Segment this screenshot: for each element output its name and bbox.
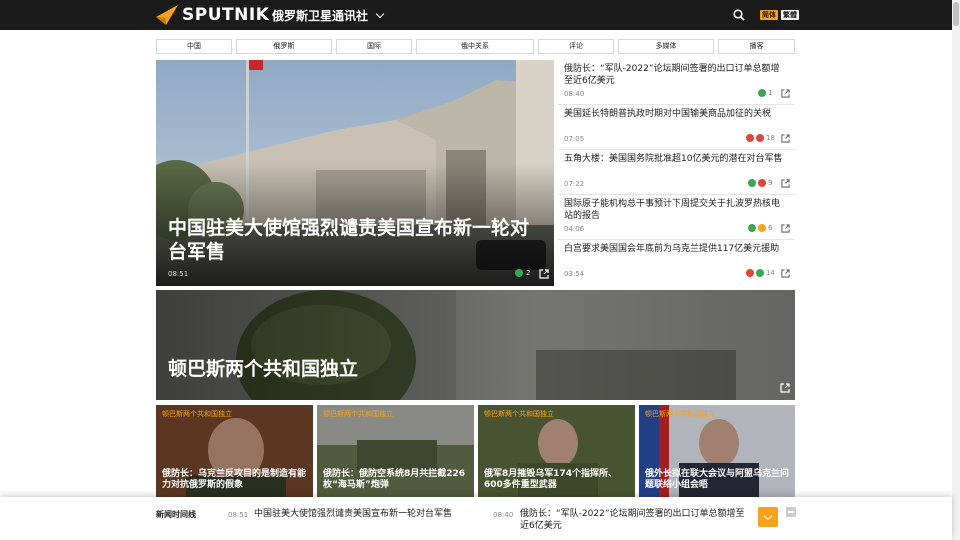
side-news-reactions[interactable]: 9 bbox=[748, 179, 772, 187]
reaction-count: 1 bbox=[768, 89, 773, 97]
card-tag[interactable]: 顿巴斯两个共和国独立 bbox=[484, 409, 554, 419]
news-card[interactable]: 顿巴斯两个共和国独立 俄防长：乌克兰反攻目的是制造有能力对抗俄罗斯的假象 bbox=[156, 405, 313, 497]
reaction-count: 18 bbox=[766, 134, 775, 142]
hero-time: 08:51 bbox=[168, 270, 189, 278]
side-news-title[interactable]: 美国延长特朗普执政时期对中国输美商品加征的关税 bbox=[564, 108, 788, 120]
timeline-label[interactable]: 新闻时间线 bbox=[156, 509, 196, 520]
share-icon[interactable] bbox=[780, 383, 790, 393]
list-item[interactable]: 白宫要求美国国会年底前为乌克兰提供117亿美元援助 03:54 14 bbox=[558, 240, 795, 286]
side-news-time: 08:40 bbox=[564, 90, 585, 98]
share-icon[interactable] bbox=[539, 269, 549, 279]
surprised-icon bbox=[758, 224, 766, 232]
logo-text: SPUTNIK bbox=[182, 5, 270, 25]
search-icon[interactable] bbox=[733, 9, 745, 21]
card-title[interactable]: 俄防长：乌克兰反攻目的是制造有能力对抗俄罗斯的假象 bbox=[162, 469, 310, 491]
dislike-icon bbox=[746, 269, 754, 277]
like-icon bbox=[748, 179, 756, 187]
card-tag[interactable]: 顿巴斯两个共和国独立 bbox=[323, 409, 393, 419]
reaction-count: 6 bbox=[768, 224, 773, 232]
share-icon[interactable] bbox=[781, 89, 790, 98]
side-news-reactions[interactable]: 6 bbox=[748, 224, 772, 232]
timeline-collapse-button[interactable] bbox=[786, 507, 796, 517]
nav-item-opinion[interactable]: 评论 bbox=[538, 39, 614, 54]
side-news-reactions[interactable]: 14 bbox=[746, 269, 775, 277]
like-icon bbox=[748, 224, 756, 232]
nav-item-russia-china[interactable]: 俄中关系 bbox=[416, 39, 534, 54]
dislike-icon bbox=[746, 134, 754, 142]
angry-icon bbox=[756, 134, 764, 142]
chevron-down-icon bbox=[375, 9, 385, 19]
side-news-list: 俄防长：“军队-2022”论坛期间签署的出口订单总额增至近6亿美元 08:40 … bbox=[558, 60, 795, 286]
sputnik-logo[interactable]: SPUTNIK bbox=[156, 5, 269, 25]
reaction-count: 9 bbox=[768, 179, 773, 187]
side-news-title[interactable]: 白宫要求美国国会年底前为乌克兰提供117亿美元援助 bbox=[564, 243, 788, 255]
side-news-time: 07:22 bbox=[564, 180, 585, 188]
banner-image bbox=[156, 290, 795, 400]
side-news-time: 07:05 bbox=[564, 135, 585, 143]
list-item[interactable]: 国际原子能机构总干事预计下周提交关于扎波罗热核电站的报告 04:06 6 bbox=[558, 195, 795, 240]
like-icon bbox=[515, 269, 523, 277]
card-tag[interactable]: 顿巴斯两个共和国独立 bbox=[645, 409, 715, 419]
list-item[interactable]: 俄防长：“军队-2022”论坛期间签署的出口订单总额增至近6亿美元 08:40 … bbox=[558, 60, 795, 105]
news-timeline-bar: 新闻时间线 08:51 中国驻美大使馆强烈谴责美国宣布新一轮对台军售 08:40… bbox=[0, 497, 952, 540]
feature-banner[interactable]: 顿巴斯两个共和国独立 bbox=[156, 290, 795, 400]
news-card[interactable]: 顿巴斯两个共和国独立 俄军8月摧毁乌军174个指挥所、600多件重型武器 bbox=[478, 405, 635, 497]
share-icon[interactable] bbox=[781, 179, 790, 188]
news-card[interactable]: 顿巴斯两个共和国独立 俄防长：俄防空系统8月共拦截226枚“海马斯”炮弹 bbox=[317, 405, 474, 497]
side-news-reactions[interactable]: 18 bbox=[746, 134, 775, 142]
hero-reactions[interactable]: 2 bbox=[515, 269, 530, 277]
banner-title[interactable]: 顿巴斯两个共和国独立 bbox=[168, 354, 358, 381]
reaction-count: 14 bbox=[766, 269, 775, 277]
hero-reaction-count: 2 bbox=[526, 269, 531, 277]
page-scrollbar[interactable] bbox=[952, 0, 960, 540]
side-news-title[interactable]: 国际原子能机构总干事预计下周提交关于扎波罗热核电站的报告 bbox=[564, 198, 788, 222]
timeline-expand-button[interactable] bbox=[758, 507, 778, 527]
list-item[interactable]: 美国延长特朗普执政时期对中国输美商品加征的关税 07:05 18 bbox=[558, 105, 795, 150]
like-icon bbox=[756, 269, 764, 277]
side-news-title[interactable]: 五角大楼：美国国务院批准超10亿美元的潜在对台军售 bbox=[564, 153, 788, 165]
side-news-reactions[interactable]: 1 bbox=[758, 89, 772, 97]
nav-item-world[interactable]: 国际 bbox=[336, 39, 412, 54]
timeline-time: 08:51 bbox=[228, 511, 249, 519]
card-title[interactable]: 俄军8月摧毁乌军174个指挥所、600多件重型武器 bbox=[484, 469, 632, 491]
news-card[interactable]: 顿巴斯两个共和国独立 俄外长拟在联大会议与阿盟乌克兰问题联络小组会晤 bbox=[639, 405, 795, 497]
lang-simplified-button[interactable]: 简体 bbox=[760, 10, 778, 20]
share-icon[interactable] bbox=[781, 269, 790, 278]
side-news-title[interactable]: 俄防长：“军队-2022”论坛期间签署的出口订单总额增至近6亿美元 bbox=[564, 63, 788, 87]
sputnik-logo-icon bbox=[156, 5, 178, 25]
share-icon[interactable] bbox=[781, 134, 790, 143]
top-bar: SPUTNIK 俄罗斯卫星通讯社 简体 繁體 bbox=[0, 0, 952, 30]
like-icon bbox=[758, 89, 766, 97]
side-news-time: 03:54 bbox=[564, 270, 585, 278]
nav-item-russia[interactable]: 俄罗斯 bbox=[236, 39, 332, 54]
share-icon[interactable] bbox=[781, 224, 790, 233]
site-name-dropdown[interactable]: 俄罗斯卫星通讯社 bbox=[272, 7, 385, 24]
timeline-title[interactable]: 中国驻美大使馆强烈谴责美国宣布新一轮对台军售 bbox=[254, 508, 474, 520]
side-news-time: 04:06 bbox=[564, 225, 585, 233]
hero-article[interactable]: 中国驻美大使馆强烈谴责美国宣布新一轮对台军售 bbox=[156, 60, 554, 286]
scrollbar-thumb[interactable] bbox=[953, 2, 959, 26]
hero-title[interactable]: 中国驻美大使馆强烈谴责美国宣布新一轮对台军售 bbox=[168, 216, 538, 264]
site-name-label: 俄罗斯卫星通讯社 bbox=[272, 9, 369, 23]
list-item[interactable]: 五角大楼：美国国务院批准超10亿美元的潜在对台军售 07:22 9 bbox=[558, 150, 795, 195]
card-tag[interactable]: 顿巴斯两个共和国独立 bbox=[162, 409, 232, 419]
nav-item-multimedia[interactable]: 多媒体 bbox=[618, 39, 714, 54]
timeline-title[interactable]: 俄防长：“军队-2022”论坛期间签署的出口订单总额增至近6亿美元 bbox=[520, 508, 748, 532]
lang-traditional-button[interactable]: 繁體 bbox=[781, 10, 799, 20]
timeline-time: 08:40 bbox=[493, 511, 514, 519]
card-title[interactable]: 俄外长拟在联大会议与阿盟乌克兰问题联络小组会晤 bbox=[645, 469, 793, 491]
card-title[interactable]: 俄防长：俄防空系统8月共拦截226枚“海马斯”炮弹 bbox=[323, 469, 471, 491]
nav-item-podcast[interactable]: 播客 bbox=[718, 39, 795, 54]
dislike-icon bbox=[758, 179, 766, 187]
nav-item-china[interactable]: 中国 bbox=[156, 39, 232, 54]
